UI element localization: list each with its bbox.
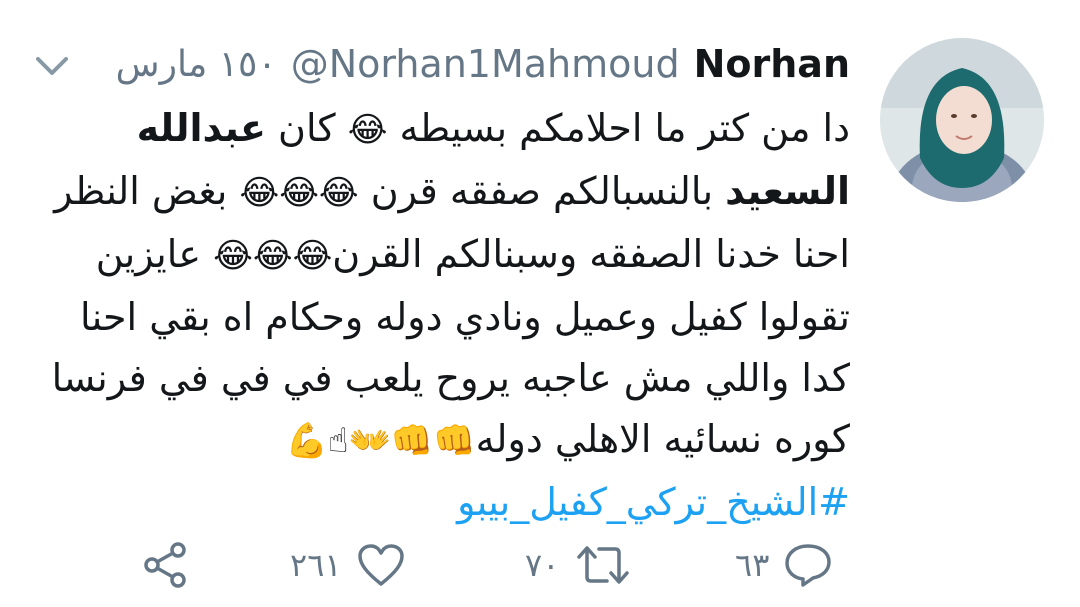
tweet-line: تقولوا كفيل وعميل ونادي دوله وحكام اه بق… — [80, 295, 850, 339]
laughing-emoji: 😂😂😂 — [213, 236, 333, 276]
share-button[interactable] — [140, 530, 190, 600]
author-name[interactable]: Norhan — [694, 42, 850, 86]
avatar-image — [880, 38, 1044, 202]
reply-button[interactable]: ٦٣ — [735, 530, 833, 600]
retweet-button[interactable]: ٧٠ — [525, 530, 633, 600]
tweet-line: كوره نسائيه الاهلي دوله👊👊👐☝💪 — [30, 409, 850, 472]
laughing-emoji: 😂 — [347, 110, 388, 150]
tweet-line: السعيد بالنسبالكم صفقه قرن 😂😂😂 بغض النظر — [30, 161, 850, 224]
retweet-icon — [573, 543, 633, 587]
share-icon — [140, 540, 190, 590]
hand-emojis: 👊👊👐☝💪 — [285, 421, 476, 461]
bold-word: السعيد — [725, 169, 850, 213]
laughing-emoji: 😂😂😂 — [239, 173, 359, 213]
tweet-header: ١٥٠ مارس @Norhan1Mahmoud Norhan — [116, 38, 850, 90]
like-count: ٢٦١ — [290, 546, 342, 584]
like-button[interactable]: ٢٦١ — [290, 530, 406, 600]
bold-word: عبدالله — [136, 106, 266, 150]
avatar[interactable] — [880, 38, 1044, 202]
tweet-actions: ٦٣ ٧٠ ٢٦١ — [0, 530, 1080, 600]
tweet-line: احنا خدنا الصفقه وسبنالكم القرن😂😂😂 عايزي… — [30, 224, 850, 287]
tweet-text: دا من كتر ما احلامكم بسيطه 😂 كان عبدالله… — [30, 98, 850, 533]
chevron-down-icon[interactable] — [34, 54, 70, 78]
hashtag-link[interactable]: #الشيخ_تركي_كفيل_بيبو — [457, 480, 850, 524]
tweet-line: دا من كتر ما احلامكم بسيطه 😂 كان عبدالله — [30, 98, 850, 161]
reply-icon — [783, 542, 833, 588]
tweet-line: #الشيخ_تركي_كفيل_بيبو — [30, 472, 850, 533]
author-handle[interactable]: @Norhan1Mahmoud — [291, 42, 680, 86]
retweet-count: ٧٠ — [525, 546, 560, 584]
heart-icon — [356, 542, 406, 588]
tweet-line: كدا واللي مش عاجبه يروح يلعب في في في فر… — [51, 356, 850, 400]
tweet-date[interactable]: ١٥٠ مارس — [116, 44, 277, 85]
reply-count: ٦٣ — [735, 546, 770, 584]
